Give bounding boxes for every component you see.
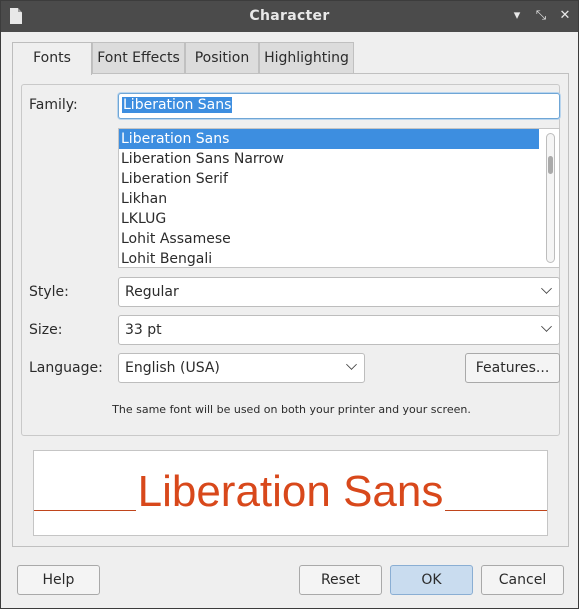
chevron-down-icon	[541, 283, 552, 294]
features-button[interactable]: Features...	[465, 353, 560, 383]
font-list-item[interactable]: Likhan	[119, 189, 539, 209]
chevron-down-icon	[346, 359, 357, 370]
font-preview: Liberation Sans	[33, 450, 548, 536]
window-title: Character	[249, 8, 330, 24]
family-input-value: Liberation Sans	[122, 97, 233, 113]
font-family-list[interactable]: Liberation Sans Liberation Sans Narrow L…	[118, 128, 560, 268]
language-label: Language:	[29, 360, 103, 376]
language-select[interactable]: English (USA)	[118, 353, 365, 383]
size-label: Size:	[29, 322, 63, 338]
title-bar[interactable]: Character ▾ ⤡ ✕	[1, 1, 578, 32]
tab-highlighting[interactable]: Highlighting	[259, 42, 354, 73]
size-select-value: 33 pt	[125, 322, 162, 338]
tab-fonts[interactable]: Fonts	[12, 42, 92, 75]
font-list-item[interactable]: Liberation Sans	[119, 129, 539, 149]
style-select-value: Regular	[125, 284, 179, 300]
help-button[interactable]: Help	[17, 565, 100, 595]
font-note: The same font will be used on both your …	[112, 403, 471, 416]
maximize-icon[interactable]: ⤡	[532, 7, 550, 25]
style-label: Style:	[29, 284, 69, 300]
font-list-item[interactable]: LKLUG	[119, 209, 539, 229]
chevron-down-icon	[541, 321, 552, 332]
cancel-button[interactable]: Cancel	[481, 565, 564, 595]
scrollbar-thumb[interactable]	[548, 156, 553, 174]
tab-position[interactable]: Position	[185, 42, 259, 73]
size-select[interactable]: 33 pt	[118, 315, 560, 345]
tab-font-effects[interactable]: Font Effects	[92, 42, 185, 73]
family-input[interactable]: Liberation Sans	[118, 93, 560, 119]
minimize-icon[interactable]: ▾	[508, 7, 526, 25]
character-dialog: Character ▾ ⤡ ✕ Fonts Font Effects Posit…	[0, 0, 579, 609]
font-list-item[interactable]: Liberation Sans Narrow	[119, 149, 539, 169]
style-select[interactable]: Regular	[118, 277, 560, 307]
preview-text: Liberation Sans	[135, 467, 446, 516]
font-list-item[interactable]: Liberation Serif	[119, 169, 539, 189]
family-label: Family:	[29, 97, 78, 113]
font-settings-group: Family: Liberation Sans Liberation Sans …	[21, 84, 560, 436]
font-list-scrollbar[interactable]	[546, 133, 555, 263]
font-list-item[interactable]: Lohit Bengali	[119, 249, 539, 267]
fonts-tab-panel: Family: Liberation Sans Liberation Sans …	[12, 73, 569, 547]
language-select-value: English (USA)	[125, 360, 220, 376]
ok-button[interactable]: OK	[390, 565, 473, 595]
close-icon[interactable]: ✕	[556, 7, 574, 25]
preview-text-container: Liberation Sans	[34, 465, 547, 519]
font-list-item[interactable]: Lohit Assamese	[119, 229, 539, 249]
reset-button[interactable]: Reset	[299, 565, 382, 595]
